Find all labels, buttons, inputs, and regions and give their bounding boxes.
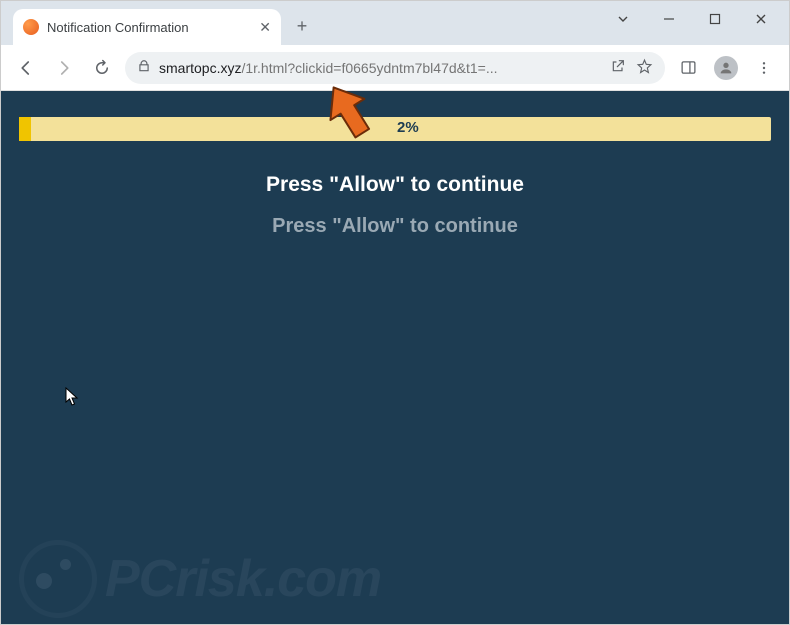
- tab-title: Notification Confirmation: [47, 20, 251, 35]
- progress-fill: [19, 117, 31, 141]
- watermark: PCrisk.com: [19, 540, 381, 618]
- watermark-logo: [19, 540, 97, 618]
- lock-icon: [137, 59, 151, 76]
- tab-favicon: [23, 19, 39, 35]
- profile-avatar[interactable]: [711, 53, 741, 83]
- progress-percent-label: 2%: [397, 119, 419, 136]
- menu-button[interactable]: [749, 53, 779, 83]
- back-button[interactable]: [11, 53, 41, 83]
- maximize-button[interactable]: [693, 1, 737, 37]
- url-domain: smartopc.xyz: [159, 60, 241, 76]
- page-content: 2% Press "Allow" to continue Press "Allo…: [1, 91, 789, 624]
- forward-button[interactable]: [49, 53, 79, 83]
- secondary-instruction: Press "Allow" to continue: [1, 215, 789, 238]
- reload-button[interactable]: [87, 53, 117, 83]
- minimize-button[interactable]: [647, 1, 691, 37]
- tab-search-button[interactable]: [601, 1, 645, 37]
- browser-toolbar: smartopc.xyz/1r.html?clickid=f0665ydntm7…: [1, 45, 789, 91]
- window-titlebar: Notification Confirmation ✕ +: [1, 1, 789, 45]
- address-bar[interactable]: smartopc.xyz/1r.html?clickid=f0665ydntm7…: [125, 52, 665, 84]
- bookmark-star-icon[interactable]: [636, 58, 653, 78]
- new-tab-button[interactable]: +: [291, 15, 313, 37]
- window-controls: [601, 1, 789, 37]
- share-icon[interactable]: [610, 58, 626, 77]
- browser-tab[interactable]: Notification Confirmation ✕: [13, 9, 281, 45]
- url-path: /1r.html?clickid=f0665ydntm7bl47d&t1=...: [241, 60, 497, 76]
- close-tab-icon[interactable]: ✕: [259, 19, 271, 36]
- watermark-text: PCrisk.com: [105, 549, 381, 609]
- window-close-button[interactable]: [739, 1, 783, 37]
- progress-bar: 2%: [19, 117, 771, 141]
- url-text: smartopc.xyz/1r.html?clickid=f0665ydntm7…: [159, 60, 498, 76]
- primary-instruction: Press "Allow" to continue: [1, 173, 789, 197]
- side-panel-icon[interactable]: [673, 53, 703, 83]
